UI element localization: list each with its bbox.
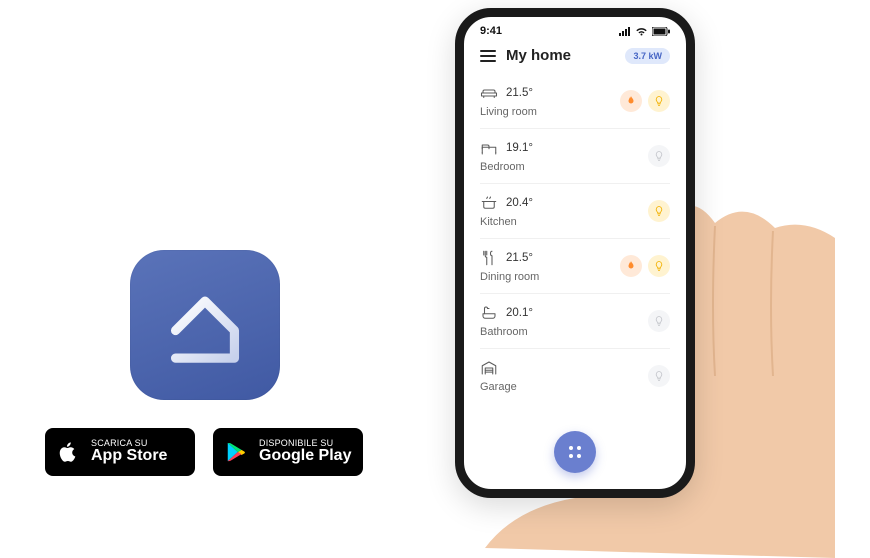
room-row-garage[interactable]: Garage — [480, 349, 670, 403]
flame-indicator[interactable] — [620, 90, 642, 112]
battery-icon — [652, 27, 670, 36]
garage-icon — [480, 359, 498, 377]
room-name: Bedroom — [480, 161, 533, 173]
room-list: 21.5° Living room 19.1° Bedroom 20.4° Ki… — [464, 74, 686, 403]
room-name: Kitchen — [480, 216, 533, 228]
room-info: 20.1° Bathroom — [480, 304, 533, 338]
room-name: Bathroom — [480, 326, 533, 338]
room-name: Garage — [480, 381, 517, 393]
room-indicators — [648, 145, 670, 167]
phone-mockup: 9:41 My home 3.7 kW 21.5° Living room — [455, 8, 695, 498]
room-info: 21.5° Living room — [480, 84, 537, 118]
google-play-text: DISPONIBILE SU Google Play — [259, 439, 351, 465]
app-icon — [130, 250, 280, 400]
bulb-indicator[interactable] — [648, 310, 670, 332]
room-name: Living room — [480, 106, 537, 118]
room-indicators — [648, 200, 670, 222]
app-store-badge[interactable]: Scarica su App Store — [45, 428, 195, 476]
status-indicators — [619, 27, 670, 36]
room-info: 19.1° Bedroom — [480, 139, 533, 173]
flame-indicator[interactable] — [620, 255, 642, 277]
google-play-bottom: Google Play — [259, 448, 351, 465]
bath-icon — [480, 304, 498, 322]
promo-left-panel: Scarica su App Store DISPONIBILE SU Goog… — [45, 250, 365, 476]
page-title: My home — [506, 47, 571, 64]
bulb-indicator[interactable] — [648, 200, 670, 222]
bulb-indicator[interactable] — [648, 255, 670, 277]
phone-frame: 9:41 My home 3.7 kW 21.5° Living room — [455, 8, 695, 498]
status-time: 9:41 — [480, 25, 502, 37]
apple-icon — [55, 441, 81, 463]
house-logo-icon — [159, 279, 251, 371]
room-temp: 20.4° — [506, 197, 533, 209]
google-play-badge[interactable]: DISPONIBILE SU Google Play — [213, 428, 363, 476]
bed-icon — [480, 139, 498, 157]
room-row-bedroom[interactable]: 19.1° Bedroom — [480, 129, 670, 184]
room-name: Dining room — [480, 271, 539, 283]
pot-icon — [480, 194, 498, 212]
status-bar: 9:41 — [464, 17, 686, 41]
add-fab-button[interactable] — [554, 431, 596, 473]
room-row-dining-room[interactable]: 21.5° Dining room — [480, 239, 670, 294]
fork-icon — [480, 249, 498, 267]
bulb-indicator[interactable] — [648, 90, 670, 112]
room-row-kitchen[interactable]: 20.4° Kitchen — [480, 184, 670, 239]
room-row-bathroom[interactable]: 20.1° Bathroom — [480, 294, 670, 349]
wifi-icon — [635, 27, 648, 36]
bulb-indicator[interactable] — [648, 365, 670, 387]
store-badges: Scarica su App Store DISPONIBILE SU Goog… — [45, 428, 365, 476]
google-play-icon — [223, 441, 249, 463]
menu-icon[interactable] — [480, 50, 496, 62]
signal-icon — [619, 27, 631, 36]
room-temp: 19.1° — [506, 142, 533, 154]
power-badge[interactable]: 3.7 kW — [625, 48, 670, 64]
room-indicators — [648, 365, 670, 387]
room-indicators — [620, 90, 670, 112]
sofa-icon — [480, 84, 498, 102]
app-store-text: Scarica su App Store — [91, 439, 167, 465]
app-header: My home 3.7 kW — [464, 41, 686, 74]
room-temp: 20.1° — [506, 307, 533, 319]
app-store-bottom: App Store — [91, 448, 167, 465]
bulb-indicator[interactable] — [648, 145, 670, 167]
room-row-living-room[interactable]: 21.5° Living room — [480, 74, 670, 129]
room-temp: 21.5° — [506, 87, 533, 99]
room-info: 21.5° Dining room — [480, 249, 539, 283]
room-temp: 21.5° — [506, 252, 533, 264]
room-info: Garage — [480, 359, 517, 393]
room-indicators — [648, 310, 670, 332]
room-info: 20.4° Kitchen — [480, 194, 533, 228]
room-indicators — [620, 255, 670, 277]
